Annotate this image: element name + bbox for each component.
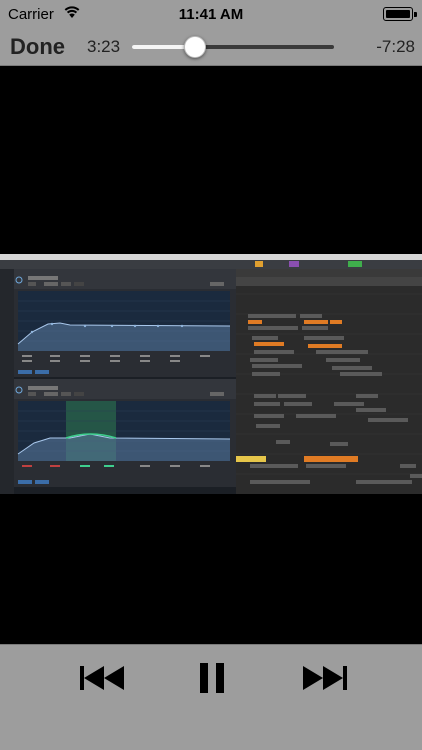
skip-forward-icon[interactable] [299,665,349,691]
battery-icon [383,7,417,21]
pause-icon[interactable] [186,663,236,693]
playback-bottom-bar [0,644,422,750]
clock: 11:41 AM [178,6,244,23]
skip-back-icon[interactable] [78,665,128,691]
scrubber-track[interactable] [132,36,334,58]
video-area[interactable] [0,66,422,644]
scrubber-thumb[interactable] [183,36,206,58]
done-button[interactable]: Done [10,34,65,60]
video-frame[interactable] [0,254,422,494]
elapsed-time: 3:23 [87,37,121,56]
remaining-time: -7:28 [376,37,415,56]
video-content [0,254,422,494]
status-bar: Carrier 11:41 AM [0,0,422,28]
playback-top-bar: Done 3:23 -7:28 [0,28,422,66]
